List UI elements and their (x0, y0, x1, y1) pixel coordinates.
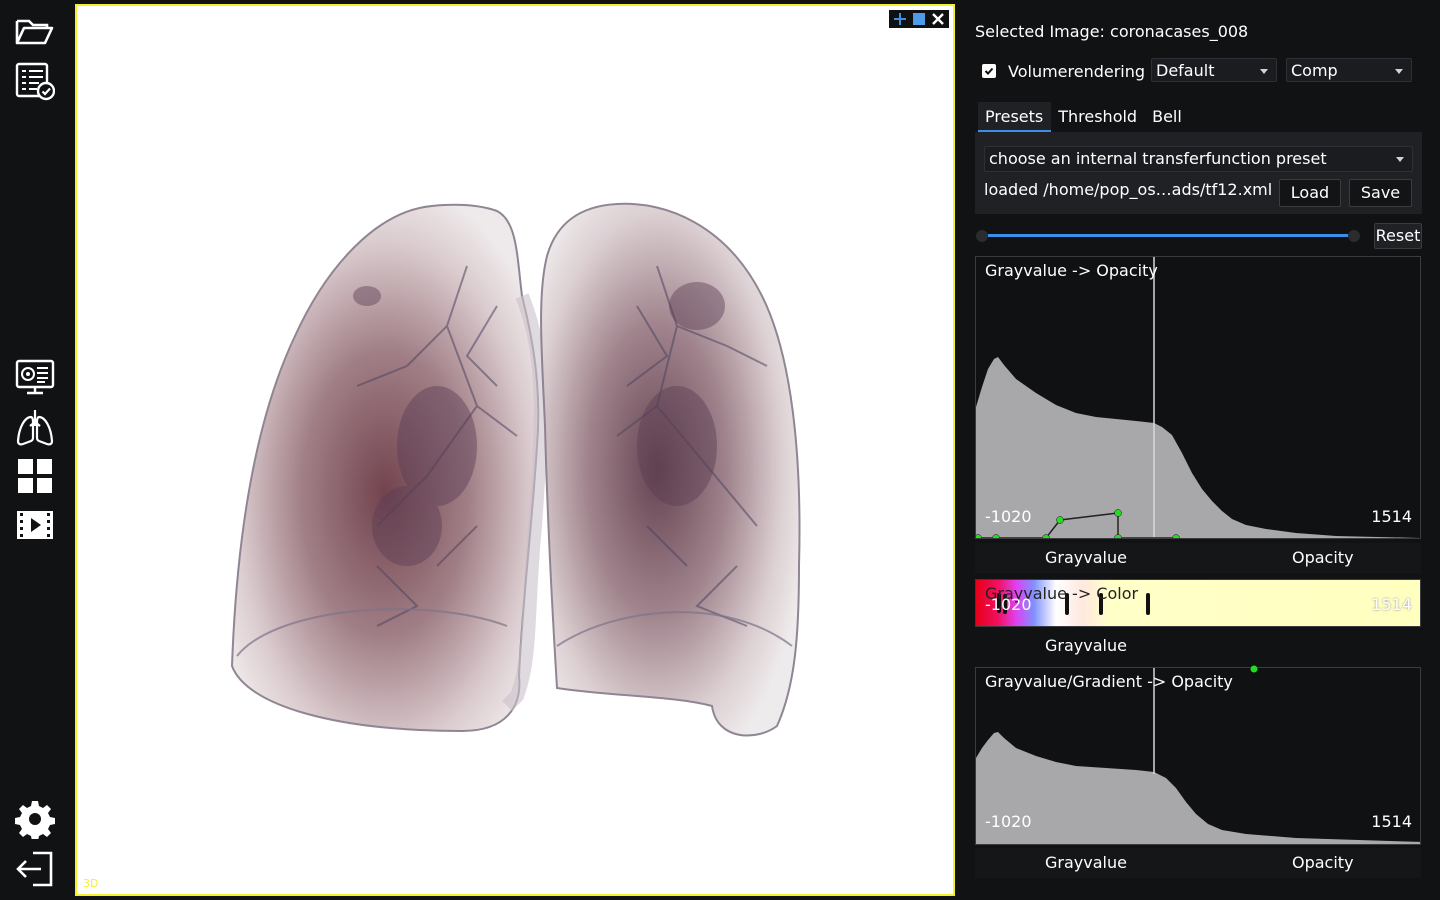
loaded-file-text: loaded /home/pop_os…ads/tf12.xml (984, 180, 1273, 199)
render-mode-value: Default (1156, 61, 1215, 80)
opacity-plot-max: 1514 (1371, 507, 1412, 526)
slider-handle-max[interactable] (1348, 230, 1360, 242)
gradient-plot-title: Grayvalue/Gradient -> Opacity (985, 672, 1233, 691)
lungs-icon[interactable] (14, 406, 56, 448)
load-button[interactable]: Load (1279, 179, 1341, 207)
tab-presets[interactable]: Presets (978, 102, 1052, 132)
gradient-histogram (976, 668, 1420, 844)
opacity-plot-ylabel: Opacity (1292, 548, 1354, 567)
gradient-plot-max: 1514 (1371, 812, 1412, 831)
opacity-plot-xlabel: Grayvalue (1045, 548, 1127, 567)
monitor-view-icon[interactable] (14, 356, 56, 398)
settings-panel: Selected Image: coronacases_008 Volumere… (960, 0, 1440, 900)
color-transfer-plot[interactable]: Grayvalue -> Color -1020 1514 (975, 579, 1421, 627)
gradient-opacity-plot[interactable]: Grayvalue/Gradient -> Opacity -1020 1514 (975, 667, 1421, 845)
viewer-controls (889, 10, 949, 28)
reset-button[interactable]: Reset (1374, 223, 1422, 249)
volumerendering-label: Volumerendering (1008, 61, 1146, 81)
color-axis-strip: Grayvalue (975, 631, 1421, 661)
tab-threshold[interactable]: Threshold (1051, 102, 1145, 132)
volumerendering-checkbox[interactable] (982, 64, 996, 78)
opacity-plot[interactable]: Grayvalue -> Opacity -1020 1514 (975, 256, 1421, 539)
crosshair-icon[interactable] (892, 11, 908, 27)
chevron-down-icon (1396, 157, 1404, 162)
save-button[interactable]: Save (1349, 179, 1412, 207)
slider-handle-min[interactable] (976, 230, 988, 242)
open-folder-icon[interactable] (14, 10, 56, 52)
checklist-icon[interactable] (14, 60, 56, 102)
opacity-histogram (976, 257, 1420, 538)
render-viewport[interactable]: 3D (75, 4, 955, 896)
gradient-axis-strip: Grayvalue Opacity (975, 848, 1421, 878)
selected-image-label: Selected Image: coronacases_008 (975, 22, 1249, 41)
blend-mode-select[interactable]: Comp (1286, 58, 1412, 82)
color-plot-max: 1514 (1371, 595, 1412, 614)
gradient-plot-ylabel: Opacity (1292, 853, 1354, 872)
close-icon[interactable] (930, 11, 946, 27)
tab-bell[interactable]: Bell (1145, 102, 1190, 132)
opacity-plot-min: -1020 (985, 507, 1032, 526)
left-toolbar (0, 0, 70, 900)
lung-volume-rendering (230, 202, 801, 737)
slider-track (988, 234, 1350, 237)
chevron-down-icon (1395, 69, 1403, 74)
video-player-icon[interactable] (14, 504, 56, 546)
color-plot-xlabel: Grayvalue (1045, 636, 1127, 655)
gradient-plot-xlabel: Grayvalue (1045, 853, 1127, 872)
color-plot-min: -1020 (985, 595, 1032, 614)
opacity-axis-strip: Grayvalue Opacity (975, 543, 1421, 573)
render-mode-select[interactable]: Default (1151, 58, 1277, 82)
chevron-down-icon (1260, 69, 1268, 74)
preset-select[interactable]: choose an internal transferfunction pres… (984, 146, 1413, 172)
view-label: 3D (83, 877, 99, 890)
gear-icon[interactable] (14, 798, 56, 840)
gradient-plot-min: -1020 (985, 812, 1032, 831)
presets-pane: choose an internal transferfunction pres… (975, 132, 1422, 214)
volumerendering-row: Volumerendering (982, 58, 1145, 84)
blend-mode-value: Comp (1291, 61, 1338, 80)
range-slider[interactable] (976, 229, 1360, 243)
grid-layout-icon[interactable] (14, 455, 56, 497)
exit-icon[interactable] (14, 848, 56, 890)
maximize-icon[interactable] (911, 11, 927, 27)
tf-tabs: Presets Threshold Bell (978, 102, 1190, 132)
preset-select-value: choose an internal transferfunction pres… (989, 149, 1327, 168)
opacity-plot-title: Grayvalue -> Opacity (985, 261, 1158, 280)
gradient-control-point[interactable] (1249, 664, 1259, 674)
